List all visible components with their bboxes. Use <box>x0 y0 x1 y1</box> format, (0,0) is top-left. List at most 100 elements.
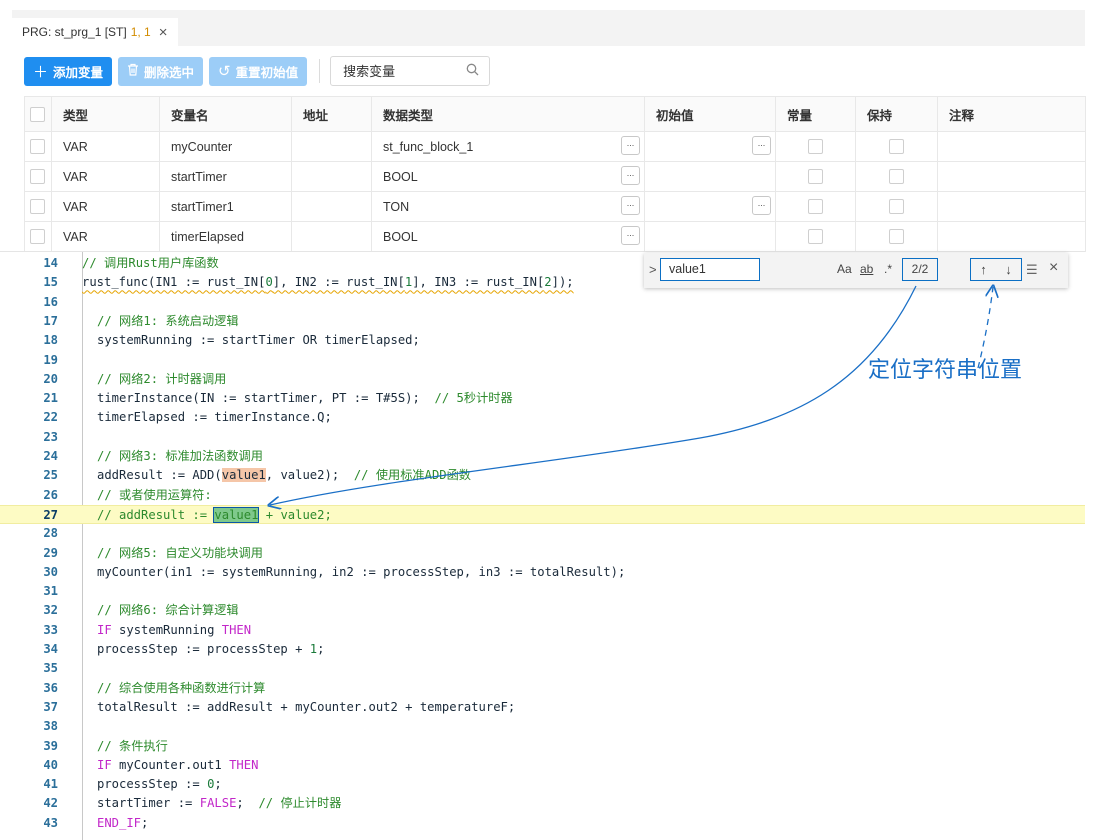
code-line[interactable]: 35 <box>0 659 1085 678</box>
row-name[interactable]: myCounter <box>159 131 292 162</box>
code-text[interactable]: myCounter(in1 := systemRunning, in2 := p… <box>97 563 625 582</box>
match-case-icon[interactable]: Aa <box>837 262 852 276</box>
row-type[interactable]: VAR <box>51 131 160 162</box>
table-row[interactable]: VAR timerElapsed BOOL... <box>24 221 1086 252</box>
code-line[interactable]: 23 <box>0 428 1085 447</box>
column-header-initial-value[interactable]: 初始值 <box>644 96 776 132</box>
row-address[interactable] <box>291 131 372 162</box>
code-text[interactable]: timerInstance(IN := startTimer, PT := T#… <box>97 389 513 408</box>
delete-selected-button[interactable]: 删除选中 <box>118 56 204 86</box>
code-text[interactable]: // 网络1: 系统启动逻辑 <box>97 312 239 331</box>
row-comment[interactable] <box>937 131 1086 162</box>
initial-value-editor-button[interactable]: ... <box>752 136 771 155</box>
datatype-picker-button[interactable]: ... <box>621 196 640 215</box>
code-line[interactable]: 36 // 综合使用各种函数进行计算 <box>0 679 1085 698</box>
code-line[interactable]: 33 IF systemRunning THEN <box>0 621 1085 640</box>
row-address[interactable] <box>291 221 372 252</box>
code-line[interactable]: 32 // 网络6: 综合计算逻辑 <box>0 601 1085 620</box>
code-text[interactable]: END_IF; <box>97 814 148 833</box>
row-address[interactable] <box>291 161 372 192</box>
row-type[interactable]: VAR <box>51 191 160 222</box>
code-text[interactable]: // 调用Rust用户库函数 <box>82 254 219 273</box>
close-find-icon[interactable]: × <box>1049 259 1058 277</box>
column-header-name[interactable]: 变量名 <box>159 96 292 132</box>
row-constant-checkbox[interactable] <box>775 131 856 162</box>
row-comment[interactable] <box>937 161 1086 192</box>
code-line[interactable]: 31 <box>0 582 1085 601</box>
row-address[interactable] <box>291 191 372 222</box>
previous-match-icon[interactable]: ↑ <box>980 262 987 277</box>
code-line[interactable]: 17 // 网络1: 系统启动逻辑 <box>0 312 1085 331</box>
row-retain-checkbox[interactable] <box>855 221 938 252</box>
row-constant-checkbox[interactable] <box>775 191 856 222</box>
code-text[interactable]: // 网络5: 自定义功能块调用 <box>97 544 263 563</box>
code-line[interactable]: 24 // 网络3: 标准加法函数调用 <box>0 447 1085 466</box>
row-initial-value[interactable]: ... <box>644 131 776 162</box>
row-checkbox[interactable] <box>24 191 52 222</box>
reset-initial-button[interactable]: ↺ 重置初始值 <box>209 56 308 86</box>
row-checkbox[interactable] <box>24 221 52 252</box>
table-row[interactable]: VAR startTimer1 TON... ... <box>24 191 1086 222</box>
row-type[interactable]: VAR <box>51 161 160 192</box>
code-line[interactable]: 16 <box>0 293 1085 312</box>
variable-search-box[interactable] <box>330 56 491 86</box>
code-text[interactable]: processStep := 0; <box>97 775 222 794</box>
code-line[interactable]: 27 // addResult := value1 + value2; <box>0 504 1085 524</box>
code-text[interactable]: // 网络3: 标准加法函数调用 <box>97 447 263 466</box>
row-name[interactable]: startTimer <box>159 161 292 192</box>
row-name[interactable]: timerElapsed <box>159 221 292 252</box>
variable-search-input[interactable] <box>343 63 454 79</box>
row-comment[interactable] <box>937 191 1086 222</box>
code-line[interactable]: 41 processStep := 0; <box>0 775 1085 794</box>
code-text[interactable]: systemRunning := startTimer OR timerElap… <box>97 331 420 350</box>
code-line[interactable]: 37 totalResult := addResult + myCounter.o… <box>0 698 1085 717</box>
find-input[interactable]: value1 <box>660 258 760 281</box>
table-row[interactable]: VAR myCounter st_func_block_1... ... <box>24 131 1086 162</box>
code-line[interactable]: 22 timerElapsed := timerInstance.Q; <box>0 408 1085 427</box>
column-header-constant[interactable]: 常量 <box>775 96 856 132</box>
column-header-type[interactable]: 类型 <box>51 96 160 132</box>
add-variable-button[interactable]: ＋ 添加变量 <box>24 56 113 86</box>
row-datatype[interactable]: BOOL... <box>371 221 645 252</box>
code-line[interactable]: 25 addResult := ADD(value1, value2); // 使… <box>0 466 1085 485</box>
row-checkbox[interactable] <box>24 131 52 162</box>
row-type[interactable]: VAR <box>51 221 160 252</box>
code-line[interactable]: 38 <box>0 717 1085 736</box>
code-editor[interactable]: 14 // 调用Rust用户库函数 15 rust_func(IN1 := rust_… <box>0 251 1085 840</box>
table-row[interactable]: VAR startTimer BOOL... <box>24 161 1086 192</box>
next-match-icon[interactable]: ↓ <box>1005 262 1012 277</box>
row-initial-value[interactable] <box>644 161 776 192</box>
code-line[interactable]: 34 processStep := processStep + 1; <box>0 640 1085 659</box>
code-line[interactable]: 43 END_IF; <box>0 814 1085 833</box>
code-text[interactable]: timerElapsed := timerInstance.Q; <box>97 408 332 427</box>
code-line[interactable]: 28 <box>0 524 1085 543</box>
datatype-picker-button[interactable]: ... <box>621 226 640 245</box>
row-datatype[interactable]: st_func_block_1... <box>371 131 645 162</box>
code-line[interactable]: 29 // 网络5: 自定义功能块调用 <box>0 544 1085 563</box>
code-text[interactable]: processStep := processStep + 1; <box>97 640 324 659</box>
close-icon[interactable]: × <box>159 25 168 40</box>
code-text[interactable]: totalResult := addResult + myCounter.out… <box>97 698 515 717</box>
code-text[interactable]: // 网络2: 计时器调用 <box>97 370 226 389</box>
row-datatype[interactable]: BOOL... <box>371 161 645 192</box>
row-retain-checkbox[interactable] <box>855 131 938 162</box>
code-line[interactable]: 18 systemRunning := startTimer OR timerEl… <box>0 331 1085 350</box>
row-checkbox[interactable] <box>24 161 52 192</box>
code-line[interactable]: 21 timerInstance(IN := startTimer, PT := … <box>0 389 1085 408</box>
initial-value-editor-button[interactable]: ... <box>752 196 771 215</box>
code-text[interactable]: startTimer := FALSE; // 停止计时器 <box>97 794 341 813</box>
row-name[interactable]: startTimer1 <box>159 191 292 222</box>
search-icon[interactable] <box>466 63 479 79</box>
row-comment[interactable] <box>937 221 1086 252</box>
row-retain-checkbox[interactable] <box>855 191 938 222</box>
code-text[interactable]: // 条件执行 <box>97 737 168 756</box>
column-header-retain[interactable]: 保持 <box>855 96 938 132</box>
datatype-picker-button[interactable]: ... <box>621 136 640 155</box>
code-text[interactable]: // 或者使用运算符: <box>97 486 212 505</box>
tab-st-prg-1[interactable]: PRG: st_prg_1 [ST] 1, 1 × <box>12 18 178 46</box>
find-in-selection-icon[interactable]: ☰ <box>1026 262 1038 278</box>
code-line[interactable]: 26 // 或者使用运算符: <box>0 486 1085 505</box>
code-text[interactable]: rust_func(IN1 := rust_IN[0], IN2 := rust… <box>82 273 574 292</box>
toggle-replace-icon[interactable]: > <box>649 262 657 277</box>
row-initial-value[interactable] <box>644 221 776 252</box>
